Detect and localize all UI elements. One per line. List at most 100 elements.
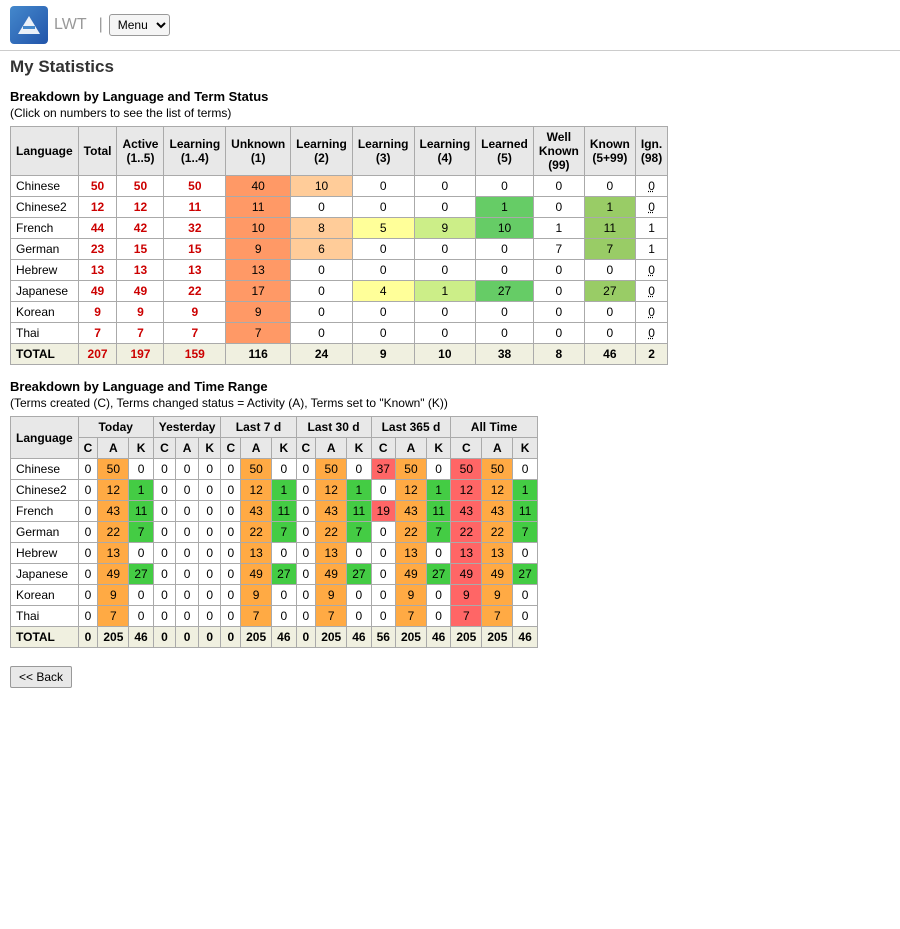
cell-last30-1[interactable]: 43: [316, 501, 347, 522]
cell-today-2[interactable]: 0: [129, 606, 153, 627]
cell-wellknown[interactable]: 0: [533, 323, 584, 344]
cell-last7-0[interactable]: 0: [221, 585, 241, 606]
cell-last7-0[interactable]: 0: [221, 543, 241, 564]
cell-learned[interactable]: 1: [476, 197, 534, 218]
cell-last7-2[interactable]: 0: [272, 543, 296, 564]
cell-last30-2[interactable]: 1: [347, 480, 371, 501]
cell-today-2[interactable]: 7: [129, 522, 153, 543]
cell-l3[interactable]: 0: [352, 302, 414, 323]
cell-alltime-2[interactable]: 11: [513, 501, 537, 522]
cell-active[interactable]: 42: [117, 218, 164, 239]
cell-last7-0[interactable]: 0: [221, 564, 241, 585]
cell-last30-1[interactable]: 50: [316, 459, 347, 480]
cell-alltime-1[interactable]: 9: [482, 585, 513, 606]
cell-today-1[interactable]: 12: [98, 480, 129, 501]
back-button[interactable]: << Back: [10, 666, 72, 688]
cell-last30-2[interactable]: 0: [347, 543, 371, 564]
cell-total[interactable]: 44: [78, 218, 117, 239]
cell-learning14[interactable]: 50: [164, 176, 226, 197]
cell-today-0[interactable]: 0: [78, 585, 98, 606]
cell-last30-1[interactable]: 22: [316, 522, 347, 543]
cell-last7-0[interactable]: 0: [221, 501, 241, 522]
cell-learned[interactable]: 0: [476, 176, 534, 197]
cell-yesterday-2[interactable]: 0: [198, 585, 221, 606]
cell-last365-2[interactable]: 0: [426, 606, 450, 627]
cell-wellknown[interactable]: 7: [533, 239, 584, 260]
cell-total[interactable]: 9: [78, 302, 117, 323]
cell-last365-1[interactable]: 12: [395, 480, 426, 501]
cell-yesterday-2[interactable]: 0: [198, 459, 221, 480]
cell-known[interactable]: 0: [584, 302, 635, 323]
cell-last365-1[interactable]: 50: [395, 459, 426, 480]
cell-last365-0[interactable]: 0: [371, 543, 395, 564]
cell-l3[interactable]: 0: [352, 260, 414, 281]
cell-ign[interactable]: 0: [635, 323, 667, 344]
cell-active[interactable]: 13: [117, 260, 164, 281]
cell-last365-0[interactable]: 0: [371, 522, 395, 543]
cell-known[interactable]: 0: [584, 260, 635, 281]
cell-known[interactable]: 1: [584, 197, 635, 218]
cell-last7-2[interactable]: 0: [272, 459, 296, 480]
cell-l2[interactable]: 0: [291, 323, 353, 344]
cell-learned[interactable]: 0: [476, 302, 534, 323]
cell-last365-2[interactable]: 0: [426, 459, 450, 480]
cell-alltime-0[interactable]: 50: [451, 459, 482, 480]
cell-yesterday-2[interactable]: 0: [198, 522, 221, 543]
cell-l3[interactable]: 0: [352, 323, 414, 344]
cell-last7-1[interactable]: 22: [241, 522, 272, 543]
cell-last365-0[interactable]: 0: [371, 585, 395, 606]
cell-last30-2[interactable]: 0: [347, 606, 371, 627]
cell-learning14[interactable]: 32: [164, 218, 226, 239]
cell-today-0[interactable]: 0: [78, 501, 98, 522]
cell-active[interactable]: 49: [117, 281, 164, 302]
cell-alltime-2[interactable]: 0: [513, 585, 537, 606]
cell-alltime-2[interactable]: 0: [513, 606, 537, 627]
cell-last7-0[interactable]: 0: [221, 606, 241, 627]
menu-select[interactable]: Menu: [109, 14, 170, 36]
cell-alltime-2[interactable]: 7: [513, 522, 537, 543]
cell-l3[interactable]: 0: [352, 176, 414, 197]
cell-today-1[interactable]: 43: [98, 501, 129, 522]
cell-yesterday-1[interactable]: 0: [176, 585, 199, 606]
cell-last7-1[interactable]: 50: [241, 459, 272, 480]
cell-alltime-0[interactable]: 22: [451, 522, 482, 543]
cell-total[interactable]: 50: [78, 176, 117, 197]
cell-last365-2[interactable]: 11: [426, 501, 450, 522]
cell-last365-2[interactable]: 0: [426, 543, 450, 564]
cell-unknown[interactable]: 17: [226, 281, 291, 302]
cell-yesterday-0[interactable]: 0: [153, 585, 176, 606]
cell-yesterday-0[interactable]: 0: [153, 459, 176, 480]
cell-last365-0[interactable]: 0: [371, 564, 395, 585]
cell-alltime-0[interactable]: 43: [451, 501, 482, 522]
cell-total[interactable]: 23: [78, 239, 117, 260]
cell-last7-0[interactable]: 0: [221, 459, 241, 480]
cell-unknown[interactable]: 9: [226, 239, 291, 260]
cell-ign[interactable]: 1: [635, 218, 667, 239]
cell-last365-2[interactable]: 1: [426, 480, 450, 501]
cell-yesterday-1[interactable]: 0: [176, 564, 199, 585]
cell-last30-0[interactable]: 0: [296, 480, 316, 501]
cell-last7-2[interactable]: 11: [272, 501, 296, 522]
cell-l2[interactable]: 8: [291, 218, 353, 239]
cell-known[interactable]: 7: [584, 239, 635, 260]
cell-yesterday-1[interactable]: 0: [176, 459, 199, 480]
cell-active[interactable]: 15: [117, 239, 164, 260]
cell-l4[interactable]: 0: [414, 197, 476, 218]
cell-alltime-1[interactable]: 22: [482, 522, 513, 543]
cell-unknown[interactable]: 10: [226, 218, 291, 239]
cell-last30-0[interactable]: 0: [296, 459, 316, 480]
cell-alltime-0[interactable]: 13: [451, 543, 482, 564]
cell-last7-1[interactable]: 49: [241, 564, 272, 585]
cell-ign[interactable]: 1: [635, 239, 667, 260]
cell-alltime-1[interactable]: 13: [482, 543, 513, 564]
cell-last30-0[interactable]: 0: [296, 564, 316, 585]
cell-last7-0[interactable]: 0: [221, 480, 241, 501]
cell-l3[interactable]: 0: [352, 239, 414, 260]
cell-yesterday-2[interactable]: 0: [198, 480, 221, 501]
cell-today-1[interactable]: 7: [98, 606, 129, 627]
cell-last7-0[interactable]: 0: [221, 522, 241, 543]
cell-last365-0[interactable]: 19: [371, 501, 395, 522]
cell-last30-0[interactable]: 0: [296, 585, 316, 606]
cell-learned[interactable]: 0: [476, 260, 534, 281]
cell-yesterday-1[interactable]: 0: [176, 480, 199, 501]
